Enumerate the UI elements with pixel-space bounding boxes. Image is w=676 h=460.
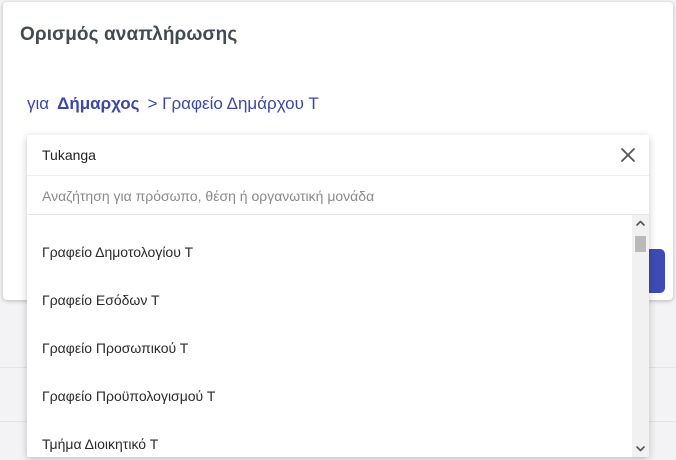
list-item[interactable]: Γραφείο Δημοτολογίου Τ bbox=[42, 244, 193, 260]
list-item[interactable]: Γραφείο Εσόδων Τ bbox=[42, 292, 160, 308]
search-row bbox=[27, 176, 649, 215]
close-icon[interactable] bbox=[619, 146, 637, 164]
chevron-up-icon[interactable] bbox=[632, 215, 649, 232]
options-scrollbar[interactable] bbox=[632, 215, 649, 457]
breadcrumb-role: Δήμαρχος bbox=[57, 94, 140, 113]
dialog-title: Ορισμός αναπλήρωσης bbox=[20, 24, 238, 45]
chevron-down-icon[interactable] bbox=[632, 440, 649, 457]
breadcrumb-unit: > Γραφείο Δημάρχου Τ bbox=[147, 94, 319, 113]
list-item[interactable]: Γραφείο Προσωπικού Τ bbox=[42, 340, 188, 356]
scrollbar-thumb[interactable] bbox=[635, 236, 646, 252]
search-input[interactable] bbox=[40, 184, 634, 208]
breadcrumb: για Δήμαρχος > Γραφείο Δημάρχου Τ bbox=[27, 94, 319, 114]
breadcrumb-prefix: για bbox=[27, 94, 50, 113]
list-item[interactable]: Γραφείο Προϋπολογισμού Τ bbox=[42, 388, 215, 404]
list-item[interactable]: Τμήμα Διοικητικό Τ bbox=[42, 436, 158, 452]
substitute-selector-dropdown: Tukanga Γραφείο Δημοτολογίου Τ Γραφείο Ε… bbox=[27, 135, 649, 457]
page: Ορισμός αναπλήρωσης για Δήμαρχος > Γραφείο… bbox=[0, 0, 676, 460]
selected-value: Tukanga bbox=[42, 147, 96, 163]
options-list: Γραφείο Δημοτολογίου Τ Γραφείο Εσόδων Τ … bbox=[27, 215, 632, 457]
selected-value-row[interactable]: Tukanga bbox=[27, 135, 649, 176]
